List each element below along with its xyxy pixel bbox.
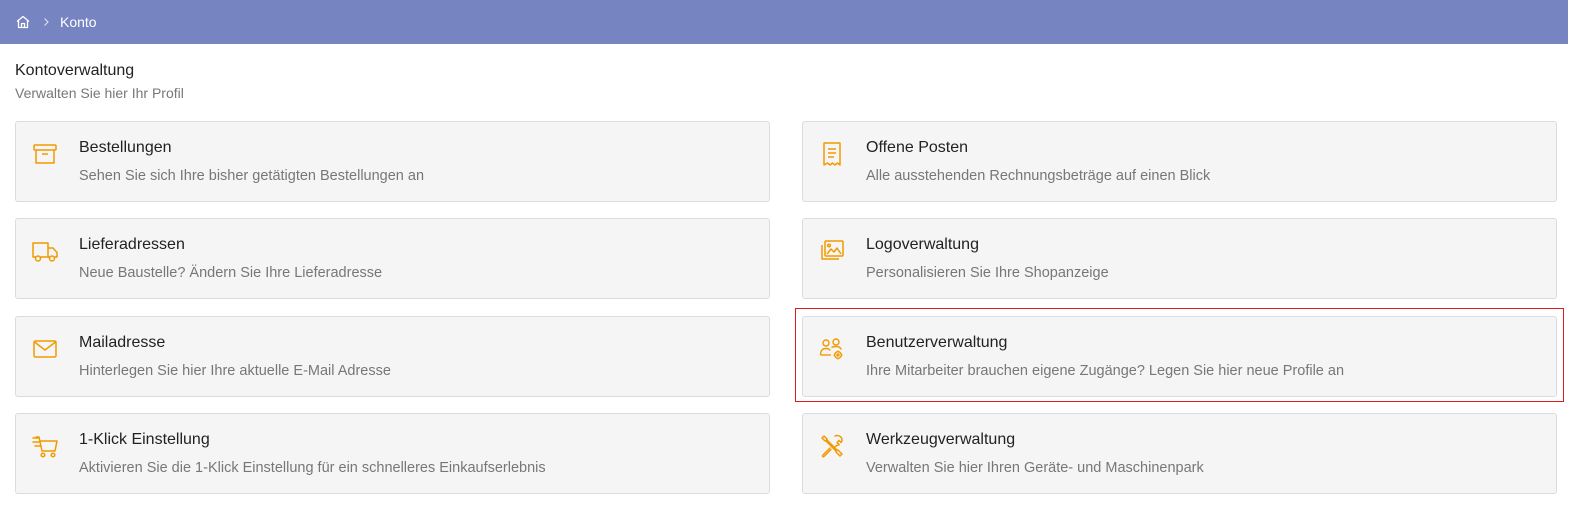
card-lieferadressen[interactable]: Lieferadressen Neue Baustelle? Ändern Si… (15, 218, 770, 299)
breadcrumb: Konto (0, 0, 1568, 44)
card-title: Werkzeugverwaltung (866, 431, 1016, 448)
card-title: Logoverwaltung (866, 236, 979, 253)
breadcrumb-item-konto[interactable]: Konto (60, 14, 97, 30)
card-description: Verwalten Sie hier Ihren Geräte- und Mas… (866, 460, 1204, 476)
card-description: Hinterlegen Sie hier Ihre aktuelle E-Mai… (79, 363, 391, 379)
envelope-icon (31, 335, 59, 363)
page-header: Kontoverwaltung Verwalten Sie hier Ihr P… (15, 61, 184, 103)
card-1-klick-einstellung[interactable]: 1-Klick Einstellung Aktivieren Sie die 1… (15, 413, 770, 494)
card-logoverwaltung[interactable]: Logoverwaltung Personalisieren Sie Ihre … (802, 218, 1557, 299)
card-title: Mailadresse (79, 334, 166, 351)
home-icon[interactable] (15, 14, 31, 30)
card-benutzerverwaltung[interactable]: Benutzerverwaltung Ihre Mitarbeiter brau… (802, 316, 1557, 397)
card-offene-posten[interactable]: Offene Posten Alle ausstehenden Rechnung… (802, 121, 1557, 202)
card-werkzeugverwaltung[interactable]: Werkzeugverwaltung Verwalten Sie hier Ih… (802, 413, 1557, 494)
receipt-icon (818, 140, 846, 168)
image-gallery-icon (818, 237, 846, 265)
archive-box-icon (31, 140, 59, 168)
card-title: Benutzerverwaltung (866, 334, 1008, 351)
card-description: Sehen Sie sich Ihre bisher getätigten Be… (79, 168, 425, 184)
truck-icon (31, 237, 59, 265)
fast-cart-icon (31, 432, 59, 460)
page-title: Kontoverwaltung (15, 62, 135, 79)
page-subtitle: Verwalten Sie hier Ihr Profil (15, 85, 184, 101)
card-mailadresse[interactable]: Mailadresse Hinterlegen Sie hier Ihre ak… (15, 316, 770, 397)
card-description: Personalisieren Sie Ihre Shopanzeige (866, 265, 1109, 281)
chevron-right-icon (41, 17, 51, 27)
card-title: 1-Klick Einstellung (79, 431, 210, 448)
card-description: Ihre Mitarbeiter brauchen eigene Zugänge… (866, 363, 1345, 379)
card-description: Aktivieren Sie die 1-Klick Einstellung f… (79, 460, 546, 476)
users-settings-icon (818, 335, 846, 363)
card-description: Neue Baustelle? Ändern Sie Ihre Lieferad… (79, 265, 383, 281)
card-bestellungen[interactable]: Bestellungen Sehen Sie sich Ihre bisher … (15, 121, 770, 202)
card-title: Bestellungen (79, 139, 172, 156)
card-title: Lieferadressen (79, 236, 185, 253)
card-title: Offene Posten (866, 139, 968, 156)
tools-icon (818, 432, 846, 460)
card-description: Alle ausstehenden Rechnungsbeträge auf e… (866, 168, 1211, 184)
